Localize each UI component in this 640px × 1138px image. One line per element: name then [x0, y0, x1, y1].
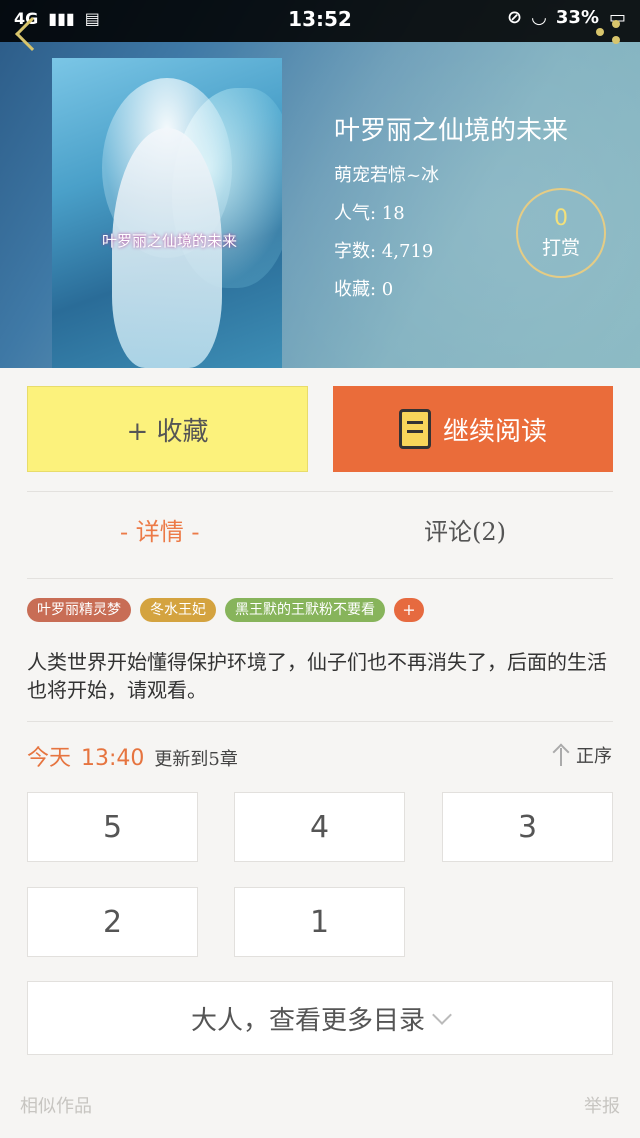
- report-link[interactable]: 举报: [584, 1092, 620, 1118]
- wifi-icon: ◡: [532, 7, 546, 28]
- word-count-label: 字数: [334, 241, 370, 262]
- sort-label: 正序: [576, 746, 612, 767]
- favorites-line: 收藏: 0: [334, 279, 394, 300]
- tag-item[interactable]: 冬水王妃: [140, 598, 216, 622]
- reward-count: 0: [554, 206, 568, 231]
- sort-toggle[interactable]: 正序: [554, 742, 612, 768]
- word-count-value: 4,719: [381, 241, 434, 262]
- battery-label: 33%: [555, 7, 599, 28]
- update-info: 今天 13:40 更新到5章: [27, 740, 238, 772]
- tag-item[interactable]: 黑王默的王默粉不要看: [225, 598, 385, 622]
- update-time: 13:40: [81, 746, 145, 771]
- chapter-button[interactable]: 3: [442, 792, 613, 862]
- similar-works-link[interactable]: 相似作品: [20, 1092, 92, 1118]
- collect-button[interactable]: + 收藏: [27, 386, 308, 472]
- divider: [27, 578, 613, 579]
- reward-label: 打赏: [541, 237, 580, 259]
- chapter-button[interactable]: 4: [234, 792, 405, 862]
- divider: [27, 721, 613, 722]
- popularity-label: 人气: [334, 203, 370, 224]
- book-title: 叶罗丽之仙境的未来: [334, 116, 569, 146]
- add-tag-button[interactable]: +: [394, 598, 424, 622]
- sort-arrow-icon: [554, 744, 568, 766]
- chapter-button[interactable]: 5: [27, 792, 198, 862]
- divider: [27, 491, 613, 492]
- continue-reading-button[interactable]: 继续阅读: [333, 386, 613, 472]
- chapter-button[interactable]: 1: [234, 887, 405, 957]
- book-icon: [398, 409, 431, 449]
- status-bar: 4G ▮▮▮ ▤ 13:52 ⊘ ◡ 33% ▭: [0, 0, 640, 42]
- popularity-value: 18: [381, 203, 405, 224]
- book-description: 人类世界开始懂得保护环境了，仙子们也不再消失了，后面的生活也将开始，请观看。: [27, 650, 607, 702]
- tab-comments[interactable]: 评论(2): [424, 512, 506, 547]
- chevron-down-icon: [432, 1005, 452, 1025]
- update-chapter-count: 更新到5章: [154, 749, 238, 770]
- continue-reading-label: 继续阅读: [442, 416, 547, 447]
- favorites-label: 收藏: [334, 279, 370, 300]
- update-day: 今天: [27, 746, 72, 771]
- more-catalog-label: 大人，查看更多目录: [190, 1005, 425, 1036]
- book-author[interactable]: 萌宠若惊~冰: [334, 161, 634, 187]
- tab-details[interactable]: - 详情 -: [120, 512, 199, 547]
- favorites-value: 0: [381, 279, 394, 300]
- tag-list: 叶罗丽精灵梦 冬水王妃 黑王默的王默粉不要看 +: [27, 598, 424, 622]
- book-header: 4G ▮▮▮ ▤ 13:52 ⊘ ◡ 33% ▭ 叶罗丽之仙境的未来 叶罗丽之仙…: [0, 0, 640, 368]
- share-icon[interactable]: [596, 20, 620, 44]
- book-cover[interactable]: 叶罗丽之仙境的未来: [52, 58, 282, 368]
- mute-icon: ⊘: [506, 7, 523, 28]
- chapter-button[interactable]: 2: [27, 887, 198, 957]
- more-catalog-button[interactable]: 大人，查看更多目录: [27, 981, 613, 1055]
- tag-item[interactable]: 叶罗丽精灵梦: [27, 598, 131, 622]
- reward-button[interactable]: 0 打赏: [516, 188, 606, 278]
- cover-title-text: 叶罗丽之仙境的未来: [102, 232, 238, 250]
